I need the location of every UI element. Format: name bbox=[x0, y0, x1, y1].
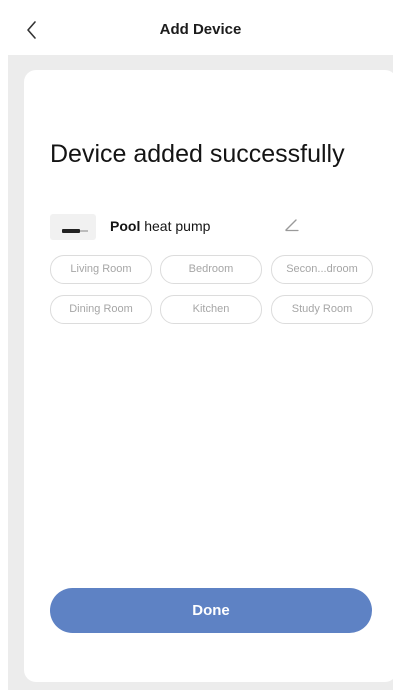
device-image-detail bbox=[80, 230, 88, 232]
room-chip-second-bedroom[interactable]: Secon...droom bbox=[271, 255, 373, 284]
done-button[interactable]: Done bbox=[50, 588, 372, 633]
room-chip-kitchen[interactable]: Kitchen bbox=[160, 295, 262, 324]
success-headline: Device added successfully bbox=[50, 140, 345, 168]
device-name-bold: Pool bbox=[110, 218, 141, 234]
device-name: Pool heat pump bbox=[110, 218, 210, 234]
page-title: Add Device bbox=[159, 21, 242, 38]
room-chip-dining-room[interactable]: Dining Room bbox=[50, 295, 152, 324]
device-image bbox=[50, 214, 96, 240]
top-bar: Add Device bbox=[0, 0, 401, 55]
edit-icon[interactable] bbox=[283, 215, 301, 233]
device-row: Pool heat pump bbox=[50, 212, 350, 242]
room-chip-bedroom[interactable]: Bedroom bbox=[160, 255, 262, 284]
room-chip-study-room[interactable]: Study Room bbox=[271, 295, 373, 324]
device-name-rest: heat pump bbox=[140, 218, 211, 234]
room-chip-living-room[interactable]: Living Room bbox=[50, 255, 152, 284]
device-image-slot bbox=[62, 229, 80, 233]
pencil-icon bbox=[285, 219, 299, 232]
